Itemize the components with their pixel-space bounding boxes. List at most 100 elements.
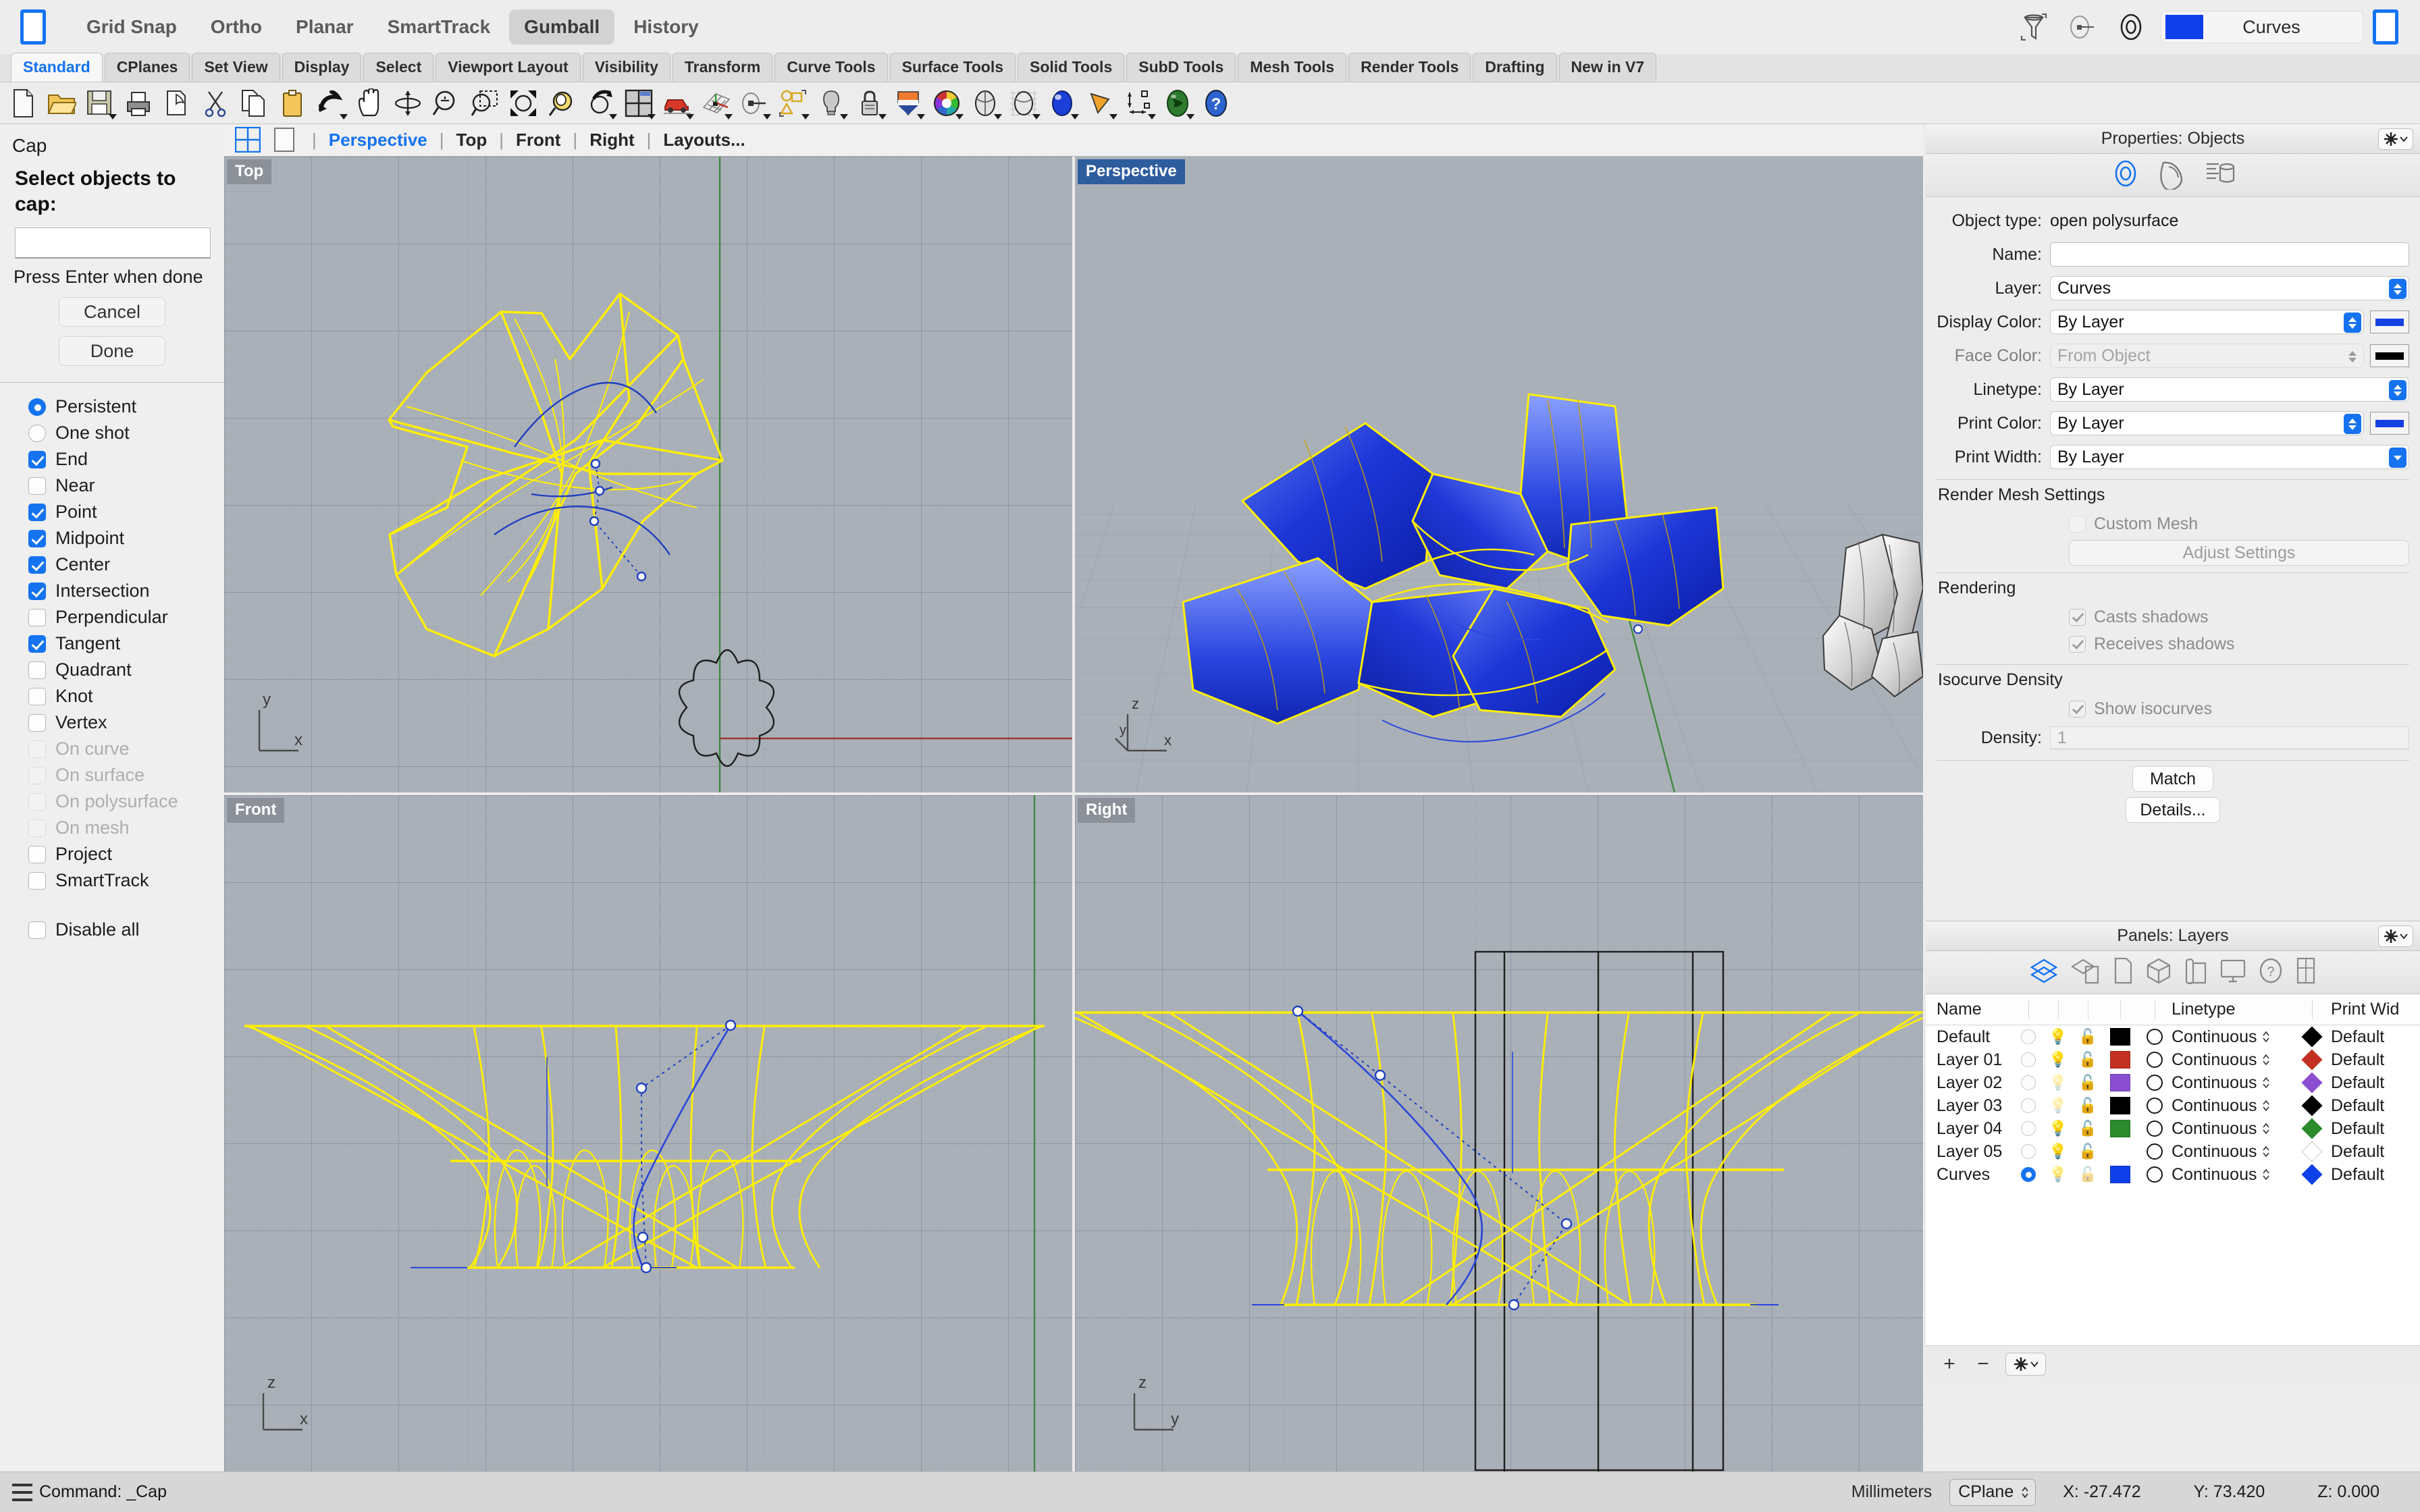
current-layer-radio[interactable] bbox=[2014, 1144, 2043, 1159]
table-row[interactable]: Layer 01 💡 🔓 Continuous Default bbox=[1926, 1048, 2420, 1071]
render-globe-icon[interactable] bbox=[1160, 86, 1195, 121]
material-properties-icon[interactable] bbox=[2157, 157, 2189, 193]
layer-print-width[interactable]: Default bbox=[2331, 1142, 2420, 1162]
print-icon[interactable] bbox=[121, 86, 156, 121]
ghosted-view-icon[interactable] bbox=[1006, 86, 1041, 121]
display-color-select[interactable]: By Layer bbox=[2050, 310, 2364, 334]
layer-color-swatch[interactable] bbox=[2103, 1051, 2138, 1069]
render-preview-icon[interactable] bbox=[968, 86, 1003, 121]
osnap-disable-all[interactable]: Disable all bbox=[28, 917, 224, 943]
checkbox-vertex-icon[interactable] bbox=[28, 714, 46, 732]
tab-subd-tools[interactable]: SubD Tools bbox=[1126, 53, 1236, 82]
help-icon[interactable]: ? bbox=[1199, 86, 1234, 121]
layer-color-swatch[interactable] bbox=[2103, 1074, 2138, 1091]
layer-lock-icon[interactable]: 🔓 bbox=[2073, 1051, 2103, 1069]
tab-render-tools[interactable]: Render Tools bbox=[1348, 53, 1471, 82]
tab-cplanes[interactable]: CPlanes bbox=[105, 53, 190, 82]
flat-shade-icon[interactable] bbox=[1083, 86, 1118, 121]
lock-object-icon[interactable] bbox=[852, 86, 887, 121]
layer-material-icon[interactable] bbox=[2138, 1166, 2172, 1183]
light-bulb-icon[interactable] bbox=[814, 86, 849, 121]
copy-to-clipboard-icon[interactable] bbox=[159, 86, 194, 121]
rotate-view-icon[interactable] bbox=[390, 86, 425, 121]
checkbox-near-icon[interactable] bbox=[28, 477, 46, 495]
layer-linetype-select[interactable]: Continuous bbox=[2172, 1027, 2293, 1047]
display-icon[interactable] bbox=[2219, 957, 2246, 988]
osnap-center[interactable]: Center bbox=[28, 551, 224, 578]
status-units[interactable]: Millimeters bbox=[1851, 1482, 1932, 1502]
table-row[interactable]: Layer 05 💡 🔓 Continuous Default bbox=[1926, 1140, 2420, 1163]
layer-visibility-bulb-icon[interactable]: 💡 bbox=[2043, 1097, 2073, 1114]
checkbox-smarttrack-icon[interactable] bbox=[28, 872, 46, 890]
viewport-front[interactable]: Front bbox=[224, 795, 1072, 1472]
layer-print-color-swatch[interactable] bbox=[2293, 1144, 2331, 1159]
layer-print-width[interactable]: Default bbox=[2331, 1096, 2420, 1116]
current-layer-radio[interactable] bbox=[2014, 1075, 2043, 1090]
copy-icon[interactable] bbox=[236, 86, 271, 121]
viewport-tab-front[interactable]: Front bbox=[516, 130, 560, 151]
revolve-icon[interactable] bbox=[737, 86, 772, 121]
tab-set-view[interactable]: Set View bbox=[192, 53, 280, 82]
viewport-tab-top[interactable]: Top bbox=[456, 130, 488, 151]
tab-surface-tools[interactable]: Surface Tools bbox=[890, 53, 1016, 82]
toggle-grid-snap[interactable]: Grid Snap bbox=[72, 9, 192, 45]
print-color-stepper-icon[interactable] bbox=[2344, 414, 2361, 434]
layers-gear-icon[interactable] bbox=[2378, 925, 2413, 947]
filter-funnel-icon[interactable] bbox=[2015, 8, 2053, 46]
cut-scissors-icon[interactable] bbox=[198, 86, 233, 121]
layer-color-swatch[interactable] bbox=[2103, 1120, 2138, 1137]
tab-drafting[interactable]: Drafting bbox=[1473, 53, 1556, 82]
current-layer-radio[interactable] bbox=[2014, 1167, 2043, 1182]
layer-material-icon[interactable] bbox=[2138, 1120, 2172, 1137]
command-history-icon[interactable] bbox=[12, 1484, 32, 1501]
object-icon[interactable] bbox=[2145, 957, 2172, 988]
tab-solid-tools[interactable]: Solid Tools bbox=[1018, 53, 1124, 82]
layer-color-swatch[interactable] bbox=[2103, 1143, 2138, 1160]
layer-visibility-bulb-icon[interactable]: 💡 bbox=[2043, 1074, 2073, 1091]
osnap-quadrant[interactable]: Quadrant bbox=[28, 657, 224, 683]
lock-selection-icon[interactable] bbox=[2063, 8, 2101, 46]
name-field[interactable] bbox=[2050, 242, 2409, 267]
radio-one-shot-icon[interactable] bbox=[28, 425, 46, 442]
object-properties-icon[interactable] bbox=[2109, 157, 2142, 193]
display-properties-icon[interactable] bbox=[2204, 157, 2236, 193]
tab-display[interactable]: Display bbox=[282, 53, 362, 82]
toggle-smarttrack[interactable]: SmartTrack bbox=[373, 9, 506, 45]
page-icon[interactable] bbox=[2295, 957, 2317, 988]
osnap-mode-one-shot[interactable]: One shot bbox=[28, 420, 224, 446]
layer-print-color-swatch[interactable] bbox=[2293, 1121, 2331, 1136]
layer-print-color-swatch[interactable] bbox=[2293, 1052, 2331, 1067]
current-layer-radio[interactable] bbox=[2014, 1098, 2043, 1113]
layer-lock-icon[interactable]: 🔓 bbox=[2073, 1166, 2103, 1183]
current-layer-radio[interactable] bbox=[2014, 1052, 2043, 1067]
layer-lock-icon[interactable]: 🔓 bbox=[2073, 1028, 2103, 1046]
grid-plane-icon[interactable] bbox=[698, 86, 733, 121]
select-object-icon[interactable] bbox=[2112, 8, 2150, 46]
display-color-swatch[interactable] bbox=[2370, 310, 2409, 333]
osnap-intersection[interactable]: Intersection bbox=[28, 578, 224, 604]
layer-print-width[interactable]: Default bbox=[2331, 1050, 2420, 1070]
layer-material-icon[interactable] bbox=[2138, 1098, 2172, 1114]
tab-transform[interactable]: Transform bbox=[673, 53, 772, 82]
shade-icon[interactable] bbox=[891, 86, 926, 121]
dimension-icon[interactable] bbox=[1122, 86, 1157, 121]
zoom-icon[interactable] bbox=[429, 86, 464, 121]
layer-linetype-select[interactable]: Continuous bbox=[2172, 1073, 2293, 1093]
table-row[interactable]: Curves 💡 🔓 Continuous Default bbox=[1926, 1163, 2420, 1186]
osnap-tangent[interactable]: Tangent bbox=[28, 630, 224, 657]
save-icon[interactable] bbox=[82, 86, 117, 121]
layers-icon[interactable] bbox=[2029, 957, 2059, 988]
radio-persistent-icon[interactable] bbox=[28, 398, 46, 416]
layer-material-icon[interactable] bbox=[2138, 1029, 2172, 1045]
new-file-icon[interactable] bbox=[5, 86, 41, 121]
undo-icon[interactable] bbox=[313, 86, 348, 121]
osnap-perpendicular[interactable]: Perpendicular bbox=[28, 604, 224, 630]
osnap-midpoint[interactable]: Midpoint bbox=[28, 525, 224, 551]
layer-lock-icon[interactable]: 🔓 bbox=[2073, 1074, 2103, 1091]
details-button[interactable]: Details... bbox=[2126, 797, 2220, 823]
density-field[interactable]: 1 bbox=[2050, 726, 2409, 749]
toggle-gumball[interactable]: Gumball bbox=[509, 9, 614, 45]
paste-icon[interactable] bbox=[275, 86, 310, 121]
print-color-select[interactable]: By Layer bbox=[2050, 411, 2364, 435]
layer-material-icon[interactable] bbox=[2138, 1143, 2172, 1160]
